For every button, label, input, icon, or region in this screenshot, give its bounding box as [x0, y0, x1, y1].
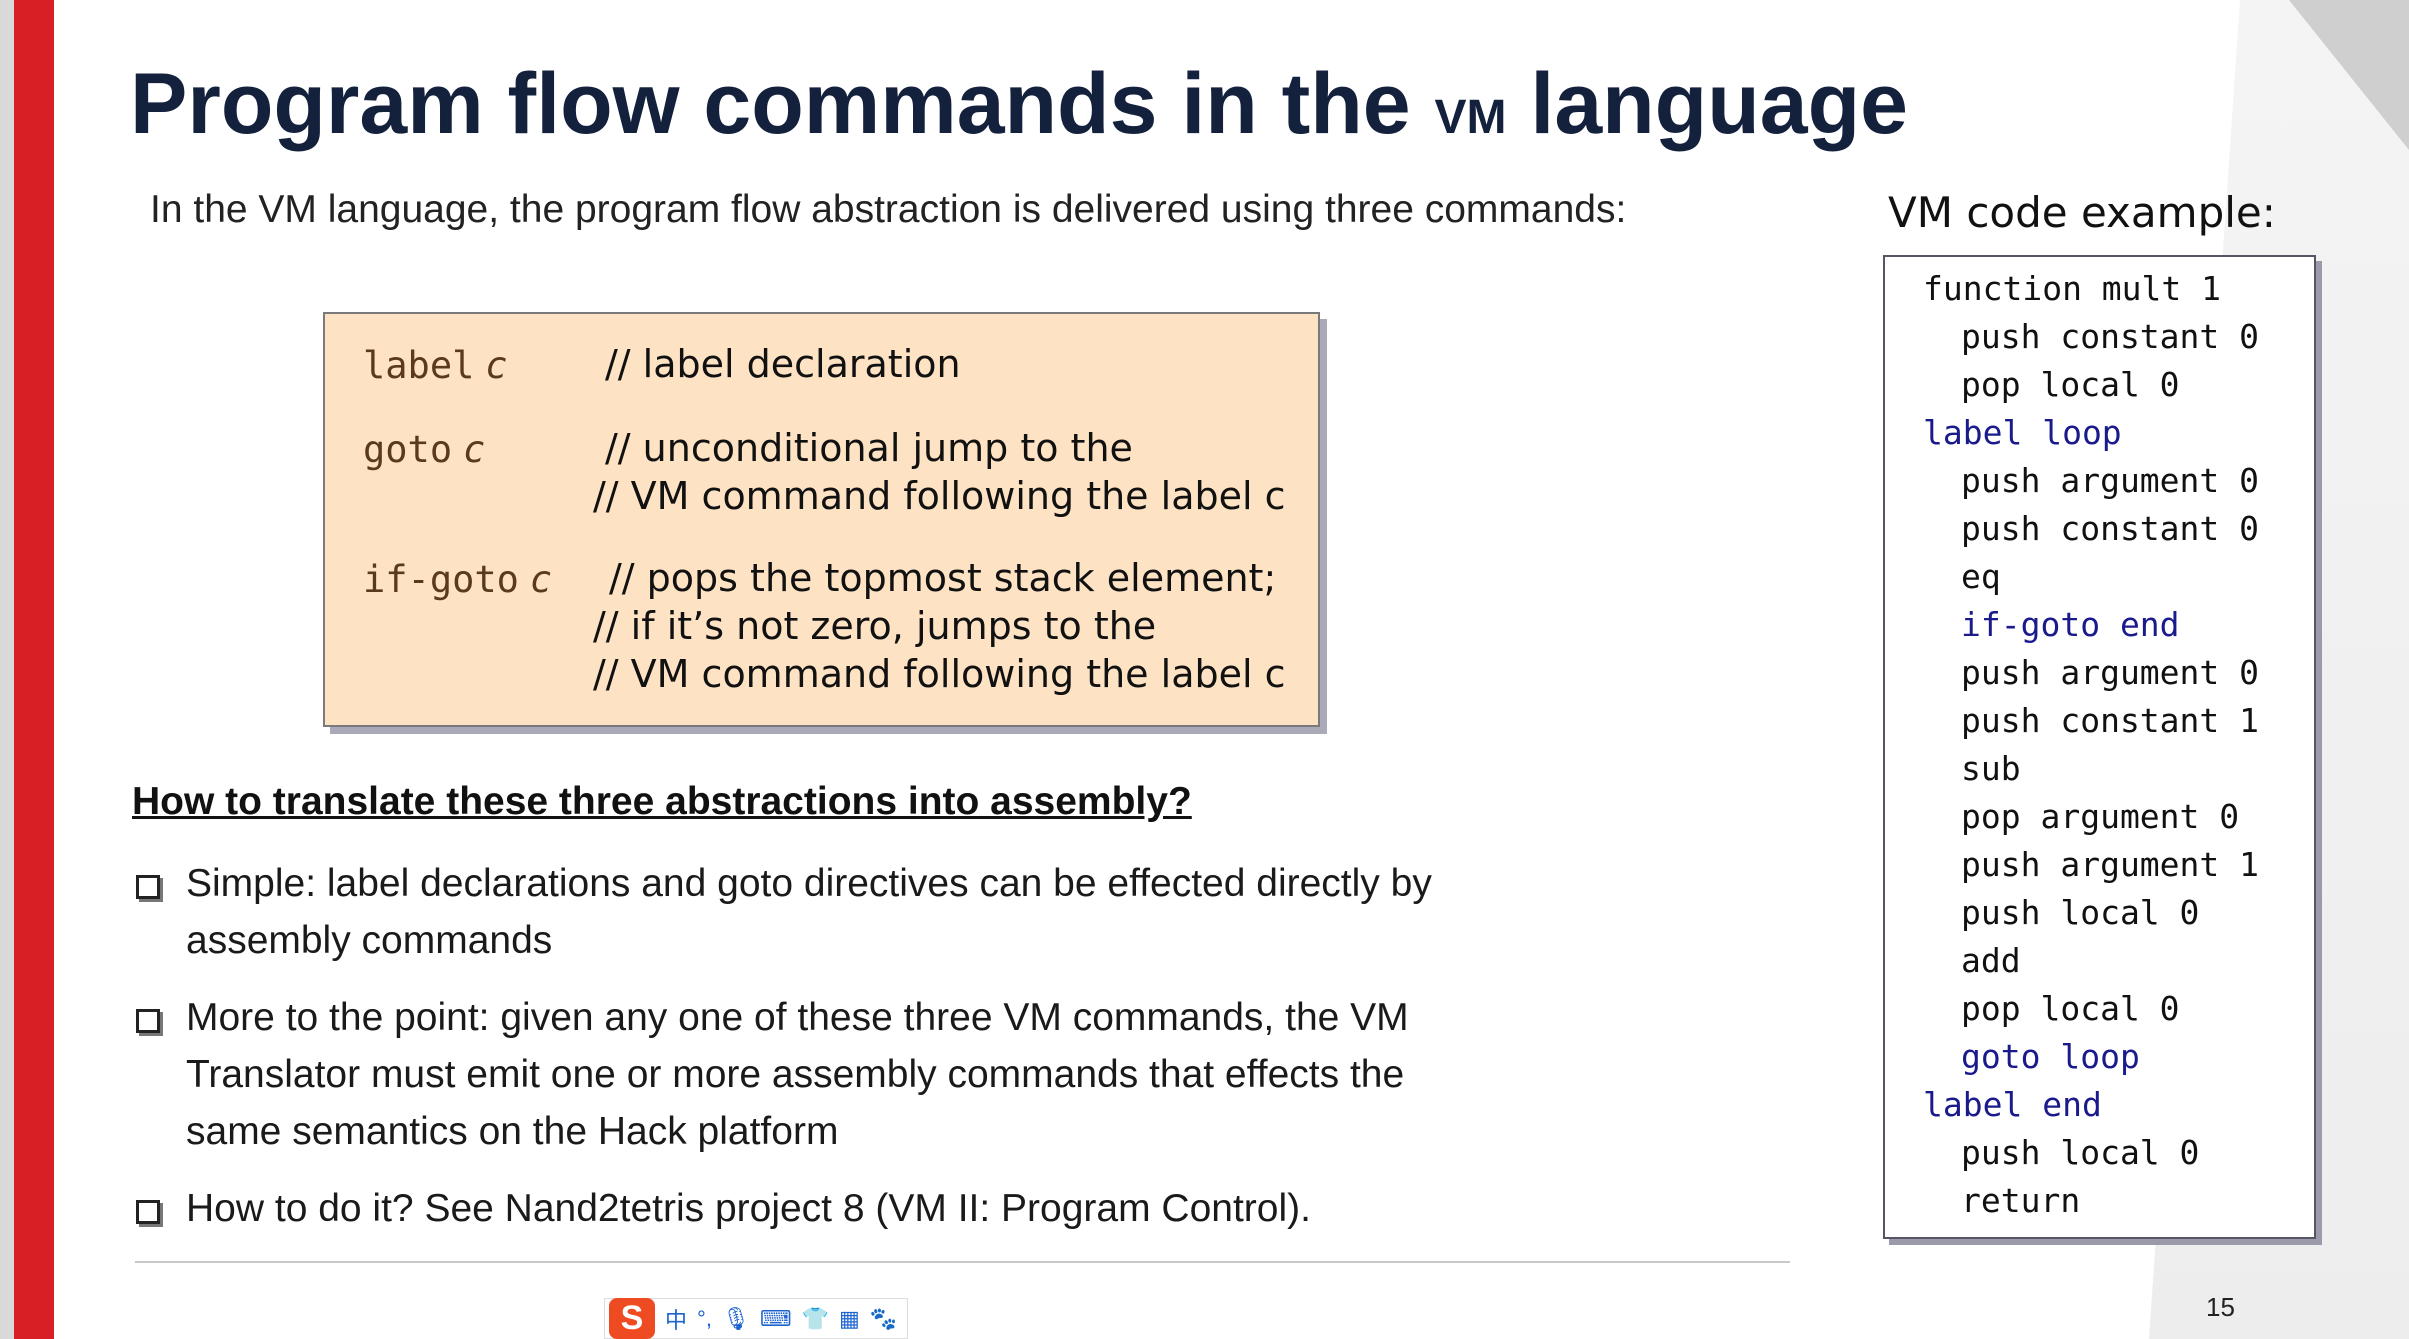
comment-line: // VM command following the label c	[593, 474, 1286, 518]
comment-line: // pops the topmost stack element;	[609, 556, 1277, 600]
code-line: return	[1961, 1181, 2081, 1220]
bullet-text: Simple: label declarations and goto dire…	[186, 862, 1432, 962]
bullet-item: How to do it? See Nand2tetris project 8 …	[132, 1180, 1472, 1237]
code-line: push constant 1	[1961, 701, 2260, 740]
code-line: push local 0	[1961, 1133, 2200, 1172]
code-line: pop argument 0	[1961, 797, 2240, 836]
keyboard-icon[interactable]: ⌨	[760, 1306, 792, 1332]
skin-icon[interactable]: 👕	[802, 1306, 829, 1332]
vm-example-label: VM code example:	[1888, 188, 2276, 237]
code-line-keyword: if-goto end	[1961, 605, 2180, 644]
command-arg: c	[462, 428, 486, 471]
code-line: push constant 0	[1961, 509, 2260, 548]
comment-line: // unconditional jump to the	[605, 426, 1133, 470]
checkbox-bullet-icon	[136, 875, 160, 899]
ime-toolbar[interactable]: S 中 °, 🎙 ⌨ 👕 ▦ 🐾	[604, 1298, 908, 1339]
title-vm: VM	[1434, 91, 1507, 144]
code-line: push argument 0	[1961, 653, 2260, 692]
comment-line: // VM command following the label c	[593, 652, 1286, 696]
code-line: sub	[1961, 749, 2021, 788]
code-line: add	[1961, 941, 2021, 980]
command-goto: goto c	[363, 428, 485, 472]
code-line: push argument 1	[1961, 845, 2260, 884]
intro-text: In the VM language, the program flow abs…	[150, 188, 1627, 231]
code-line: pop local 0	[1961, 989, 2180, 1028]
command-code: if-goto	[363, 558, 519, 601]
punctuation-icon[interactable]: °,	[697, 1306, 712, 1332]
code-line: push local 0	[1961, 893, 2200, 932]
red-accent-stripe	[14, 0, 54, 1339]
code-line: eq	[1961, 557, 2001, 596]
page-title: Program flow commands in the VM language	[130, 55, 1908, 154]
code-line-keyword: label end	[1923, 1085, 2102, 1124]
checkbox-bullet-icon	[136, 1009, 160, 1033]
code-line: push constant 0	[1961, 317, 2260, 356]
command-arg: c	[529, 558, 553, 601]
code-line-keyword: label loop	[1923, 413, 2122, 452]
bullet-text: More to the point: given any one of thes…	[186, 996, 1409, 1153]
command-code: label	[363, 344, 475, 387]
divider	[135, 1261, 1790, 1263]
commands-box: label c // label declaration goto c // u…	[323, 312, 1320, 727]
command-code: goto	[363, 428, 453, 471]
sogou-logo-icon[interactable]: S	[609, 1298, 655, 1339]
comment-line: // if it’s not zero, jumps to the	[593, 604, 1157, 648]
vm-code-box: function mult 1 push constant 0 pop loca…	[1883, 255, 2316, 1239]
comment-line: // label declaration	[605, 342, 961, 386]
bullet-item: Simple: label declarations and goto dire…	[132, 855, 1472, 969]
apps-icon[interactable]: ▦	[839, 1306, 860, 1332]
title-text: Program flow commands in the	[130, 56, 1435, 152]
command-arg: c	[485, 344, 508, 387]
title-text-end: language	[1506, 56, 1908, 152]
code-line: push argument 0	[1961, 461, 2260, 500]
microphone-icon[interactable]: 🎙	[722, 1306, 750, 1332]
bullet-list: Simple: label declarations and goto dire…	[132, 855, 1472, 1257]
code-line: pop local 0	[1961, 365, 2180, 404]
code-line: function mult 1	[1923, 269, 2222, 308]
code-line-keyword: goto loop	[1961, 1037, 2140, 1076]
page-number: 15	[2206, 1292, 2235, 1322]
checkbox-bullet-icon	[136, 1200, 160, 1224]
command-label: label c	[363, 344, 508, 388]
mascot-icon[interactable]: 🐾	[870, 1306, 897, 1332]
language-toggle[interactable]: 中	[665, 1303, 687, 1335]
bullet-text: How to do it? See Nand2tetris project 8 …	[186, 1187, 1311, 1230]
command-if-goto: if-goto c	[363, 558, 552, 602]
bullet-item: More to the point: given any one of thes…	[132, 989, 1472, 1160]
left-margin	[0, 0, 14, 1339]
section-heading: How to translate these three abstraction…	[132, 780, 1192, 823]
